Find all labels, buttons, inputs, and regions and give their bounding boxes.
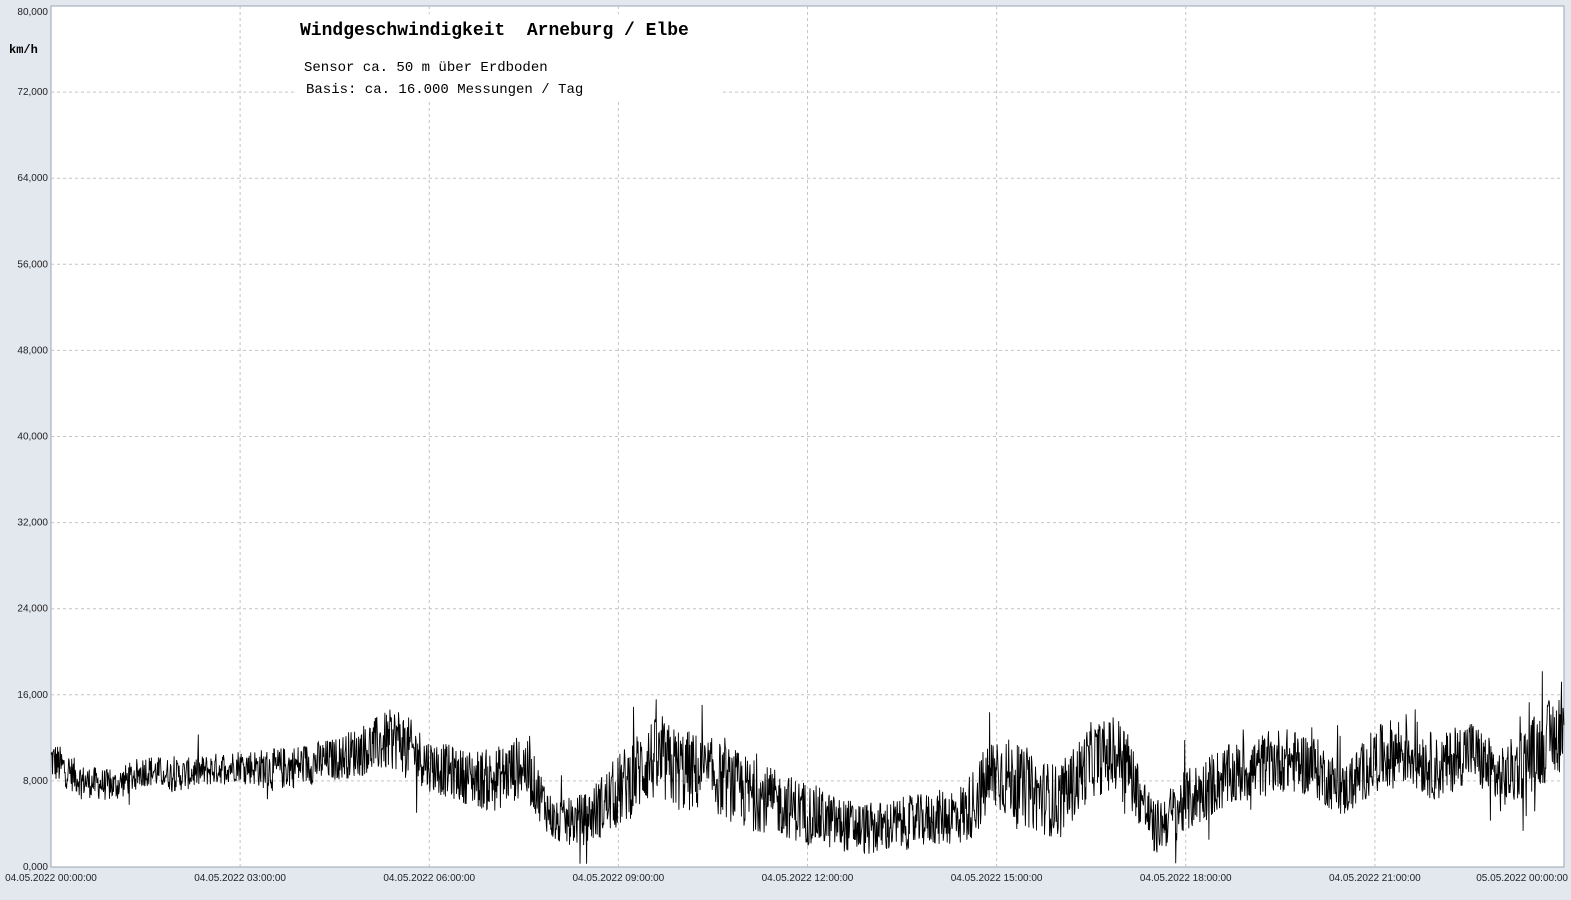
y-tick-label: 56,000 <box>17 259 48 270</box>
x-tick-label: 04.05.2022 09:00:00 <box>572 873 664 884</box>
y-axis-label: km/h <box>9 43 38 57</box>
y-tick-label: 16,000 <box>17 690 48 701</box>
wind-speed-chart: 0,000 8,000 16,000 24,000 32,000 40,000 48,000… <box>0 0 1571 895</box>
y-tick-label: 64,000 <box>17 173 48 184</box>
y-tick-label: 40,000 <box>17 432 48 443</box>
x-tick-label: 04.05.2022 00:00:00 <box>5 873 97 884</box>
y-tick-label: 80,000 <box>17 7 48 18</box>
chart-window: 0,000 8,000 16,000 24,000 32,000 40,000 48,000… <box>0 0 1571 895</box>
chart-title: Windgeschwindigkeit Arneburg / Elbe <box>300 21 689 41</box>
x-tick-label: 04.05.2022 03:00:00 <box>194 873 286 884</box>
chart-subtitle-sensor: Sensor ca. 50 m über Erdboden <box>304 60 548 76</box>
y-tick-label: 32,000 <box>17 518 48 529</box>
x-tick-label: 04.05.2022 18:00:00 <box>1140 873 1232 884</box>
y-tick-label: 24,000 <box>17 604 48 615</box>
y-tick-label: 48,000 <box>17 345 48 356</box>
x-axis-ticks: 04.05.2022 00:00:00 04.05.2022 03:00:00 04… <box>5 873 1568 884</box>
x-tick-label: 04.05.2022 21:00:00 <box>1329 873 1421 884</box>
y-tick-label: 72,000 <box>17 87 48 98</box>
y-tick-label: 8,000 <box>23 776 48 787</box>
x-tick-label: 05.05.2022 00:00:00 <box>1476 873 1568 884</box>
y-tick-label: 0,000 <box>23 862 48 873</box>
x-tick-label: 04.05.2022 12:00:00 <box>762 873 854 884</box>
chart-subtitle-basis: Basis: ca. 16.000 Messungen / Tag <box>306 82 583 98</box>
x-tick-label: 04.05.2022 15:00:00 <box>951 873 1043 884</box>
x-tick-label: 04.05.2022 06:00:00 <box>383 873 475 884</box>
